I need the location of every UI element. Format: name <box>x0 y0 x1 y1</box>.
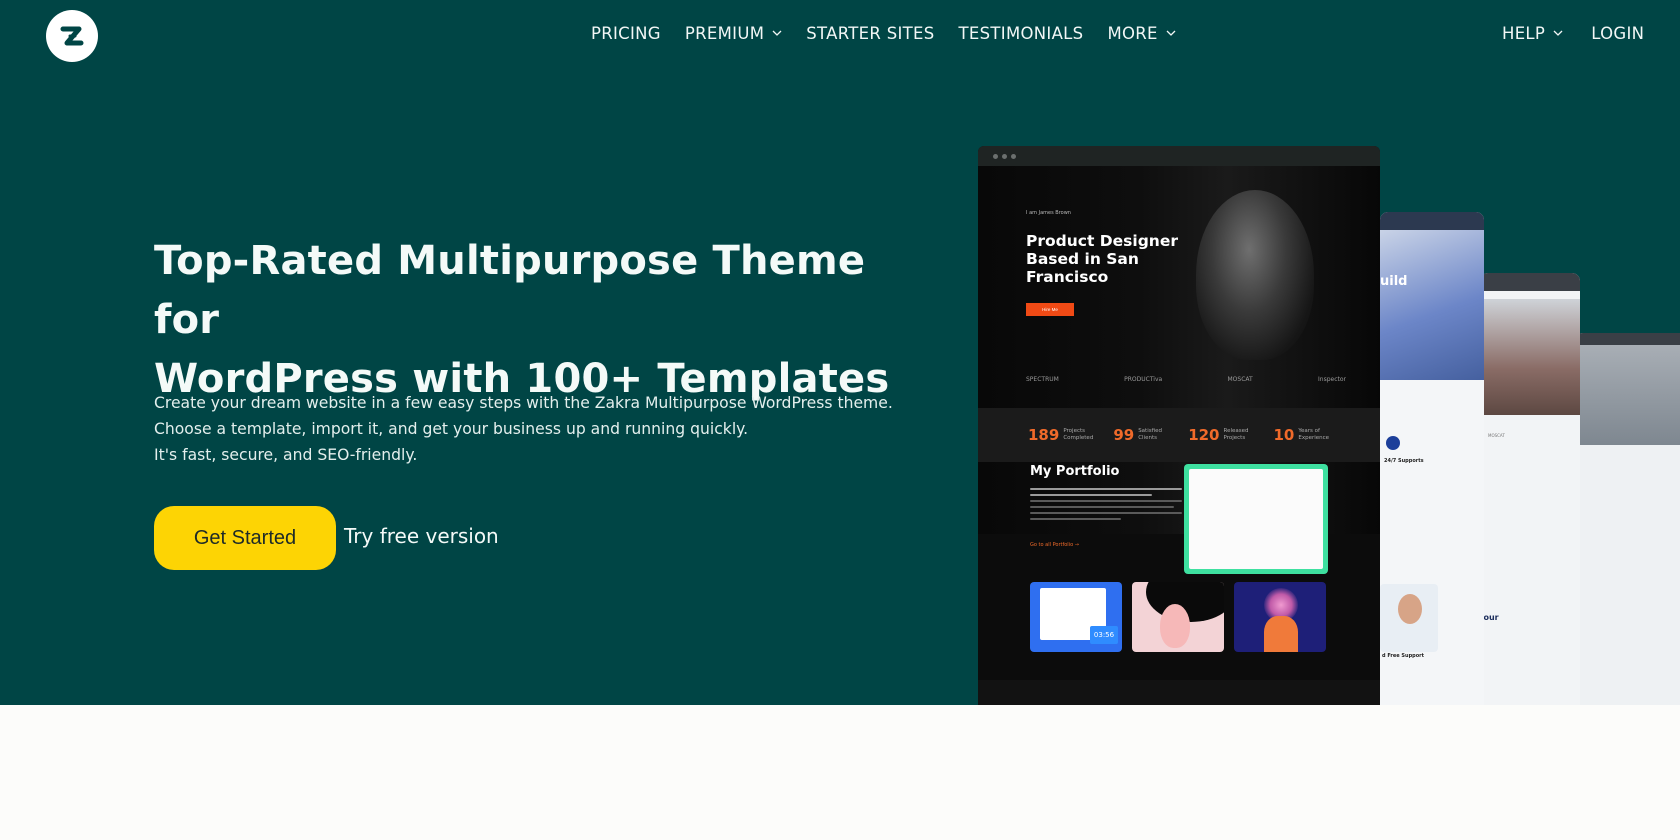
preview-heading-fragment: uild <box>1380 274 1408 289</box>
nav-more-label: MORE <box>1107 23 1158 43</box>
try-free-version-link[interactable]: Try free version <box>344 524 499 548</box>
hero-headline-line1: Top-Rated Multipurpose Theme for <box>154 238 866 343</box>
hero-section: PRICING PREMIUM STARTER SITES TESTIMONIA… <box>0 0 1680 705</box>
hero-description-line: Choose a template, import it, and get yo… <box>154 420 749 438</box>
preview-portfolio-title: My Portfolio <box>1030 464 1120 479</box>
nav-more[interactable]: MORE <box>1107 22 1176 44</box>
nav-testimonials-label: TESTIMONIALS <box>958 23 1084 43</box>
nav-help-label: HELP <box>1502 23 1546 43</box>
nav-pricing[interactable]: PRICING <box>591 22 661 44</box>
preview-hero-image <box>1575 345 1680 445</box>
stat-item: 99 Satisfied Clients <box>1113 426 1162 444</box>
nav-pricing-label: PRICING <box>591 23 661 43</box>
stat-item: 120 Released Projects <box>1188 426 1249 444</box>
client-logo: SPECTRUM <box>1026 376 1059 383</box>
utility-nav: HELP LOGIN <box>1502 22 1644 44</box>
nav-testimonials[interactable]: TESTIMONIALS <box>959 22 1084 44</box>
preview-support-photo <box>1380 584 1438 652</box>
preview-intro: I am James Brown <box>1026 210 1071 216</box>
chevron-down-icon <box>772 30 782 36</box>
client-logo: Inspector <box>1318 376 1346 383</box>
template-preview-4 <box>1575 333 1680 705</box>
preview-stats: 189 Projects Completed 99 Satisfied Client… <box>978 408 1380 462</box>
template-preview-main: I am James Brown Product Designer Based … <box>978 146 1380 705</box>
nav-starter-sites-label: STARTER SITES <box>806 23 935 43</box>
preview-shop-card <box>1184 464 1328 574</box>
chevron-down-icon <box>1166 30 1176 36</box>
preview-time-badge: 03:56 <box>1090 626 1118 644</box>
preview-title: Product Designer Based in San Francisco <box>1026 232 1178 286</box>
zakra-logo-icon[interactable] <box>46 10 98 62</box>
nav-premium[interactable]: PREMIUM <box>685 22 782 44</box>
preview-hero-image <box>1480 299 1580 415</box>
template-preview-3: MOSCAT four <box>1480 273 1580 705</box>
preview-browser-bar <box>1480 273 1580 291</box>
preview-hero-image <box>1380 230 1484 380</box>
nav-premium-label: PREMIUM <box>684 23 765 43</box>
content-band <box>0 705 1680 840</box>
hero-description: Create your dream website in a few easy … <box>154 390 914 468</box>
get-started-button[interactable]: Get Started <box>154 506 336 570</box>
hero-description-line: Create your dream website in a few easy … <box>154 394 893 412</box>
main-nav: PRICING PREMIUM STARTER SITES TESTIMONIA… <box>591 22 1176 44</box>
preview-browser-bar <box>1575 333 1680 345</box>
nav-help[interactable]: HELP <box>1502 22 1563 44</box>
preview-portfolio-link: Go to all Portfolio → <box>1030 542 1079 548</box>
preview-hire-button: Hire Me <box>1026 303 1074 316</box>
client-logo: PRODUCTiva <box>1124 376 1163 383</box>
chevron-down-icon <box>1553 30 1563 36</box>
preview-footer <box>978 680 1380 705</box>
preview-browser-bar <box>1380 212 1484 230</box>
stat-item: 189 Projects Completed <box>1028 426 1094 444</box>
preview-support-label: 24/7 Supports <box>1384 458 1424 464</box>
nav-login[interactable]: LOGIN <box>1591 22 1644 44</box>
stat-item: 10 Years of Experience <box>1273 426 1330 444</box>
hero-description-line: It's fast, secure, and SEO-friendly. <box>154 446 418 464</box>
preview-glow-card <box>1234 582 1326 652</box>
preview-text-lines <box>1030 488 1182 524</box>
preview-calendar-card: 03:56 <box>1030 582 1122 652</box>
nav-starter-sites[interactable]: STARTER SITES <box>806 22 934 44</box>
preview-browser-bar <box>978 146 1380 166</box>
nav-login-label: LOGIN <box>1591 23 1645 43</box>
support-icon <box>1386 436 1400 450</box>
template-preview-2: uild 24/7 Supports d Free Support <box>1380 212 1484 705</box>
client-logo: MOSCAT <box>1227 376 1253 383</box>
preview-brand: MOSCAT <box>1488 433 1505 438</box>
preview-illustration-card <box>1132 582 1224 652</box>
preview-free-support-label: d Free Support <box>1382 653 1425 659</box>
preview-client-logos: SPECTRUM PRODUCTiva MOSCAT Inspector <box>1026 376 1346 383</box>
hero-headline: Top-Rated Multipurpose Theme for WordPre… <box>154 232 934 409</box>
portrait-image <box>1196 190 1314 360</box>
